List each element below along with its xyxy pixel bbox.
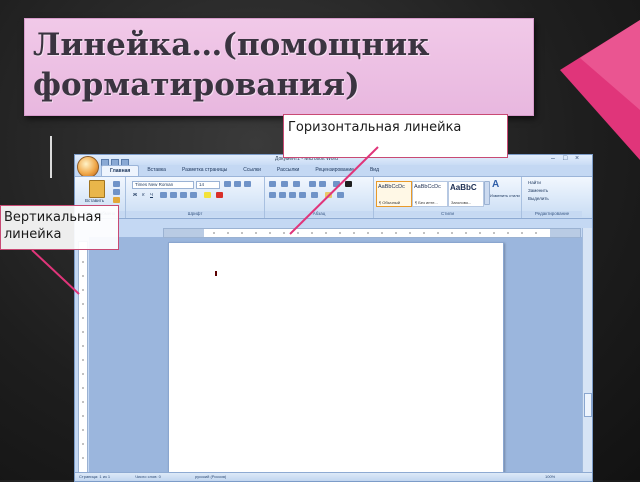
office-button[interactable] bbox=[77, 156, 99, 178]
tab-review[interactable]: Рецензирование bbox=[307, 165, 362, 176]
line-spacing-icon[interactable] bbox=[311, 192, 318, 198]
italic-icon[interactable]: К bbox=[142, 192, 145, 197]
font-name-select[interactable]: Times New Roman bbox=[132, 181, 194, 189]
underline-icon[interactable]: Ч bbox=[150, 192, 153, 197]
font-color-icon[interactable] bbox=[216, 192, 223, 198]
pointer-vertical-ruler bbox=[31, 249, 80, 295]
word-window: Документ1 - Microsoft Word – □ × Главная… bbox=[74, 154, 593, 482]
justify-icon[interactable] bbox=[299, 192, 306, 198]
align-left-icon[interactable] bbox=[269, 192, 276, 198]
change-case-icon[interactable] bbox=[190, 192, 197, 198]
maximize-icon[interactable]: □ bbox=[563, 155, 567, 162]
tab-view[interactable]: Вид bbox=[362, 165, 387, 176]
group-paragraph: Абзац bbox=[265, 177, 374, 218]
style-no-spacing[interactable]: AaBbCcDc ¶ Без инте... bbox=[412, 181, 448, 207]
group-styles: AaBbCcDc ¶ Обычный AaBbCcDc ¶ Без инте..… bbox=[374, 177, 522, 218]
highlight-icon[interactable] bbox=[204, 192, 211, 198]
scrollbar-thumb[interactable] bbox=[584, 393, 592, 417]
style-heading[interactable]: AaBbC Заголово... bbox=[448, 181, 484, 207]
decorative-wedge bbox=[560, 20, 640, 160]
grow-font-icon[interactable] bbox=[224, 181, 231, 187]
shrink-font-icon[interactable] bbox=[234, 181, 241, 187]
ribbon-tabs: Главная Вставка Разметка страницы Ссылки… bbox=[101, 165, 387, 177]
replace-button[interactable]: Заменить bbox=[528, 188, 548, 193]
group-label-editing: Редактирование bbox=[522, 211, 582, 217]
vertical-ruler[interactable] bbox=[78, 241, 88, 478]
tab-insert[interactable]: Вставка bbox=[139, 165, 174, 176]
subscript-icon[interactable] bbox=[170, 192, 177, 198]
change-styles-button[interactable]: Изменить стили bbox=[490, 193, 520, 198]
callout-horizontal-ruler: Горизонтальная линейка bbox=[283, 114, 508, 158]
group-editing: Найти Заменить Выделить Редактирование bbox=[522, 177, 582, 218]
decrease-indent-icon[interactable] bbox=[309, 181, 316, 187]
group-label-font: Шрифт bbox=[126, 211, 264, 217]
paste-icon[interactable] bbox=[89, 180, 105, 198]
sort-icon[interactable] bbox=[333, 181, 340, 187]
format-painter-icon[interactable] bbox=[113, 197, 120, 203]
slide-title: Линейка…(помощник форматирования) bbox=[33, 27, 430, 103]
copy-icon[interactable] bbox=[113, 189, 120, 195]
status-words[interactable]: Число слов: 0 bbox=[135, 474, 161, 479]
superscript-icon[interactable] bbox=[180, 192, 187, 198]
select-button[interactable]: Выделить bbox=[528, 196, 549, 201]
slide-title-box: Линейка…(помощник форматирования) bbox=[24, 18, 534, 116]
multilevel-list-icon[interactable] bbox=[293, 181, 300, 187]
callout-vertical-ruler: Вертикальная линейка bbox=[0, 205, 119, 250]
shading-icon[interactable] bbox=[325, 192, 332, 198]
tab-page-layout[interactable]: Разметка страницы bbox=[174, 165, 235, 176]
status-zoom[interactable]: 100% bbox=[545, 474, 555, 479]
close-icon[interactable]: × bbox=[575, 155, 579, 162]
status-language[interactable]: русский (Россия) bbox=[195, 474, 226, 479]
font-size-select[interactable]: 14 bbox=[196, 181, 220, 189]
cut-icon[interactable] bbox=[113, 181, 120, 187]
minimize-icon[interactable]: – bbox=[551, 155, 555, 162]
vertical-ruler-ticks bbox=[82, 261, 84, 459]
bullets-icon[interactable] bbox=[269, 181, 276, 187]
borders-icon[interactable] bbox=[337, 192, 344, 198]
increase-indent-icon[interactable] bbox=[319, 181, 326, 187]
tab-references[interactable]: Ссылки bbox=[235, 165, 269, 176]
group-label-paragraph: Абзац bbox=[265, 211, 373, 217]
group-font: Times New Roman 14 Ж К Ч Шрифт bbox=[126, 177, 265, 218]
style-normal[interactable]: AaBbCcDc ¶ Обычный bbox=[376, 181, 412, 207]
clear-format-icon[interactable] bbox=[244, 181, 251, 187]
align-center-icon[interactable] bbox=[279, 192, 286, 198]
align-right-icon[interactable] bbox=[289, 192, 296, 198]
decorative-line bbox=[50, 136, 52, 178]
text-cursor bbox=[215, 271, 217, 276]
document-page[interactable] bbox=[168, 242, 504, 478]
pilcrow-icon[interactable] bbox=[345, 181, 352, 187]
status-page[interactable]: Страница: 1 из 1 bbox=[79, 474, 110, 479]
tab-mailings[interactable]: Рассылки bbox=[269, 165, 307, 176]
bold-icon[interactable]: Ж bbox=[133, 192, 137, 197]
numbering-icon[interactable] bbox=[281, 181, 288, 187]
horizontal-ruler[interactable] bbox=[163, 228, 581, 238]
vertical-scrollbar[interactable] bbox=[582, 228, 592, 474]
change-styles-icon[interactable]: A bbox=[492, 179, 499, 190]
ruler-ticks bbox=[213, 232, 537, 234]
ribbon: Вставить Буфер обмена Times New Roman 14… bbox=[75, 176, 592, 219]
group-label-styles: Стили bbox=[374, 211, 521, 217]
paste-label[interactable]: Вставить bbox=[85, 198, 104, 203]
strikethrough-icon[interactable] bbox=[160, 192, 167, 198]
find-button[interactable]: Найти bbox=[528, 180, 541, 185]
